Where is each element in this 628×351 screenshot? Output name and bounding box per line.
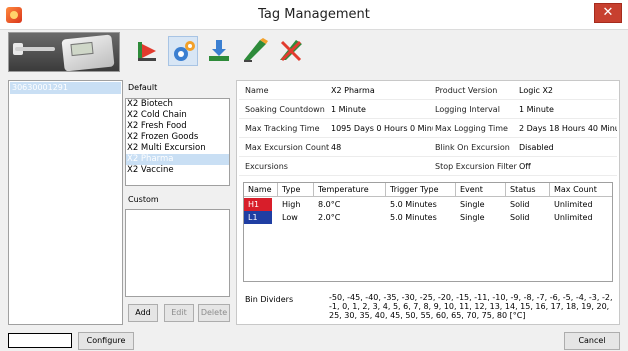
excursion-trigger: 5.0 Minutes	[390, 213, 437, 222]
detail-row: Max Tracking Time 1095 Days 0 Hours 0 Mi…	[239, 120, 617, 138]
column-header[interactable]: Type	[278, 183, 314, 197]
window-title: Tag Management	[258, 7, 370, 22]
excursion-trigger: 5.0 Minutes	[390, 200, 437, 209]
default-profile-list[interactable]: X2 Biotech X2 Cold Chain X2 Fresh Food X…	[125, 98, 230, 186]
column-header[interactable]: Name	[244, 183, 278, 197]
stop-excursion-filter-label: Stop Excursion Filter	[435, 162, 517, 171]
cancel-button[interactable]: Cancel	[564, 332, 620, 350]
toolbar	[8, 32, 620, 72]
excursion-status: Solid	[510, 200, 530, 209]
table-header: Name Type Temperature Trigger Type Event…	[244, 183, 612, 197]
name-label: Name	[245, 86, 269, 95]
device-image	[8, 32, 120, 72]
detail-row: Name X2 Pharma Product Version Logic X2	[239, 82, 617, 100]
column-header[interactable]: Trigger Type	[386, 183, 456, 197]
bin-dividers-value: -50, -45, -40, -35, -30, -25, -20, -15, …	[329, 293, 613, 320]
delete-button[interactable]: Delete	[198, 304, 230, 322]
footer-bar: Configure Cancel	[8, 332, 620, 350]
tag-list-item[interactable]: 30630001291	[10, 82, 121, 94]
max-excursion-count-value: 48	[331, 143, 342, 152]
excursion-name-high: H1	[244, 198, 272, 211]
custom-label: Custom	[128, 195, 159, 204]
max-logging-time-value: 2 Days 18 Hours 40 Minute	[519, 124, 617, 133]
max-logging-time-label: Max Logging Time	[435, 124, 508, 133]
edit-icon[interactable]	[240, 36, 270, 66]
excursion-type: Low	[282, 213, 298, 222]
logging-interval-value: 1 Minute	[519, 105, 554, 114]
detail-row: Max Excursion Count 48 Blink On Excursio…	[239, 139, 617, 157]
blink-on-excursion-label: Blink On Excursion	[435, 143, 510, 152]
profile-item[interactable]: X2 Fresh Food	[126, 121, 229, 132]
logging-interval-label: Logging Interval	[435, 105, 500, 114]
profile-item[interactable]: X2 Multi Excursion	[126, 143, 229, 154]
excursion-table[interactable]: Name Type Temperature Trigger Type Event…	[243, 182, 613, 282]
max-tracking-time-value: 1095 Days 0 Hours 0 Minut	[331, 124, 433, 133]
tag-list[interactable]: 30630001291	[8, 80, 123, 325]
excursion-temperature: 2.0°C	[318, 213, 341, 222]
max-excursion-count-label: Max Excursion Count	[245, 143, 330, 152]
edit-button[interactable]: Edit	[164, 304, 194, 322]
download-icon[interactable]	[204, 36, 234, 66]
excursion-temperature: 8.0°C	[318, 200, 341, 209]
profile-item[interactable]: X2 Cold Chain	[126, 110, 229, 121]
excursion-type: High	[282, 200, 301, 209]
default-label: Default	[128, 83, 158, 92]
excursion-status: Solid	[510, 213, 530, 222]
excursion-max-count: Unlimited	[554, 200, 593, 209]
column-header[interactable]: Temperature	[314, 183, 386, 197]
excursion-name-low: L1	[244, 211, 272, 224]
name-value: X2 Pharma	[331, 86, 375, 95]
table-row[interactable]: L1 Low 2.0°C 5.0 Minutes Single Solid Un…	[244, 211, 612, 224]
profile-item[interactable]: X2 Vaccine	[126, 165, 229, 176]
column-header[interactable]: Status	[506, 183, 550, 197]
custom-profile-list[interactable]	[125, 209, 230, 297]
blink-on-excursion-value: Disabled	[519, 143, 554, 152]
column-header[interactable]: Event	[456, 183, 506, 197]
max-tracking-time-label: Max Tracking Time	[245, 124, 320, 133]
detail-row: Soaking Countdown 1 Minute Logging Inter…	[239, 101, 617, 119]
bin-dividers-label: Bin Dividers	[245, 295, 294, 304]
clear-icon[interactable]	[276, 36, 306, 66]
profile-item-selected[interactable]: X2 Pharma	[126, 154, 229, 165]
close-button[interactable]: ✕	[594, 3, 622, 23]
chart-icon[interactable]	[132, 36, 162, 66]
soaking-countdown-label: Soaking Countdown	[245, 105, 325, 114]
profile-details: Name X2 Pharma Product Version Logic X2 …	[236, 80, 620, 325]
profile-panel: Default X2 Biotech X2 Cold Chain X2 Fres…	[124, 80, 230, 325]
detail-row: Excursions Stop Excursion Filter Off	[239, 158, 617, 176]
product-version-value: Logic X2	[519, 86, 554, 95]
excursion-event: Single	[460, 213, 485, 222]
configure-button[interactable]: Configure	[78, 332, 134, 350]
excursion-max-count: Unlimited	[554, 213, 593, 222]
profile-item[interactable]: X2 Biotech	[126, 99, 229, 110]
settings-icon[interactable]	[168, 36, 198, 66]
title-bar: Tag Management ✕	[0, 0, 628, 30]
column-header[interactable]: Max Count	[550, 183, 612, 197]
excursion-event: Single	[460, 200, 485, 209]
status-color-box	[8, 333, 72, 348]
profile-item[interactable]: X2 Frozen Goods	[126, 132, 229, 143]
soaking-countdown-value: 1 Minute	[331, 105, 366, 114]
stop-excursion-filter-value: Off	[519, 162, 531, 171]
product-version-label: Product Version	[435, 86, 498, 95]
excursions-label: Excursions	[245, 162, 288, 171]
add-button[interactable]: Add	[128, 304, 158, 322]
table-row[interactable]: H1 High 8.0°C 5.0 Minutes Single Solid U…	[244, 198, 612, 211]
